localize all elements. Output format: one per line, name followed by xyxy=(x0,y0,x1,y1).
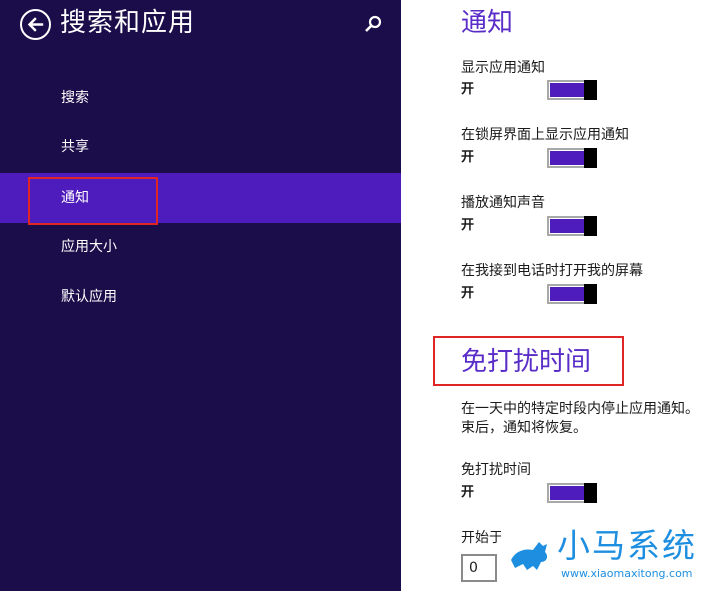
screen-on-call-toggle[interactable] xyxy=(547,284,597,304)
quiet-hours-description-line1: 在一天中的特定时段内停止应用通知。 xyxy=(461,401,699,417)
toggle-fill xyxy=(550,151,584,165)
page-title: 搜索和应用 xyxy=(60,8,196,38)
horse-logo-icon xyxy=(511,542,548,570)
toggle-state: 开 xyxy=(461,218,475,233)
lock-screen-notifications-toggle[interactable] xyxy=(547,148,597,168)
search-button[interactable] xyxy=(362,13,384,35)
watermark: 小马系统 www.xiaomaxitong.com xyxy=(501,522,704,591)
setting-label: 在我接到电话时打开我的屏幕 xyxy=(461,263,643,279)
setting-label: 在锁屏界面上显示应用通知 xyxy=(461,127,629,143)
toggle-thumb xyxy=(584,216,597,236)
setting-label: 播放通知声音 xyxy=(461,195,545,211)
sidebar-item-share[interactable]: 共享 xyxy=(0,122,401,172)
quiet-hours-toggle[interactable] xyxy=(547,483,597,503)
toggle-fill xyxy=(550,287,584,301)
sidebar-item-label: 应用大小 xyxy=(61,239,117,255)
setting-label: 免打扰时间 xyxy=(461,462,531,478)
toggle-thumb xyxy=(584,80,597,100)
start-hour-input[interactable]: 0 xyxy=(461,554,497,582)
notification-sound-toggle[interactable] xyxy=(547,216,597,236)
highlight-box xyxy=(28,177,158,225)
show-app-notifications-toggle[interactable] xyxy=(547,80,597,100)
settings-panel: 通知 显示应用通知 开 在锁屏界面上显示应用通知 开 播放通知声音 开 在我接到… xyxy=(401,0,704,591)
back-arrow-icon xyxy=(27,17,44,32)
sidebar-item-app-sizes[interactable]: 应用大小 xyxy=(0,222,401,272)
sidebar-item-label: 默认应用 xyxy=(61,289,117,305)
sidebar: 搜索和应用 搜索 共享 通知 应用大小 默认应用 xyxy=(0,0,401,591)
toggle-state: 开 xyxy=(461,150,475,165)
sidebar-item-search[interactable]: 搜索 xyxy=(0,73,401,123)
back-button[interactable] xyxy=(20,9,51,40)
setting-label: 显示应用通知 xyxy=(461,60,545,76)
toggle-thumb xyxy=(584,148,597,168)
toggle-fill xyxy=(550,219,584,233)
sidebar-item-label: 搜索 xyxy=(61,90,89,106)
toggle-thumb xyxy=(584,483,597,503)
toggle-state: 开 xyxy=(461,82,475,97)
highlight-box xyxy=(433,336,624,386)
watermark-url: www.xiaomaxitong.com xyxy=(561,567,693,580)
toggle-state: 开 xyxy=(461,286,475,301)
quiet-hours-description-line2: 束后，通知将恢复。 xyxy=(461,420,587,436)
watermark-text: 小马系统 xyxy=(557,526,697,565)
toggle-fill xyxy=(550,83,584,97)
toggle-state: 开 xyxy=(461,485,475,500)
start-time-label: 开始于 xyxy=(461,530,503,546)
sidebar-item-label: 共享 xyxy=(61,139,89,155)
section-title-notifications: 通知 xyxy=(461,8,514,38)
toggle-thumb xyxy=(584,284,597,304)
toggle-fill xyxy=(550,486,584,500)
search-icon xyxy=(365,15,382,32)
sidebar-item-default-apps[interactable]: 默认应用 xyxy=(0,272,401,322)
